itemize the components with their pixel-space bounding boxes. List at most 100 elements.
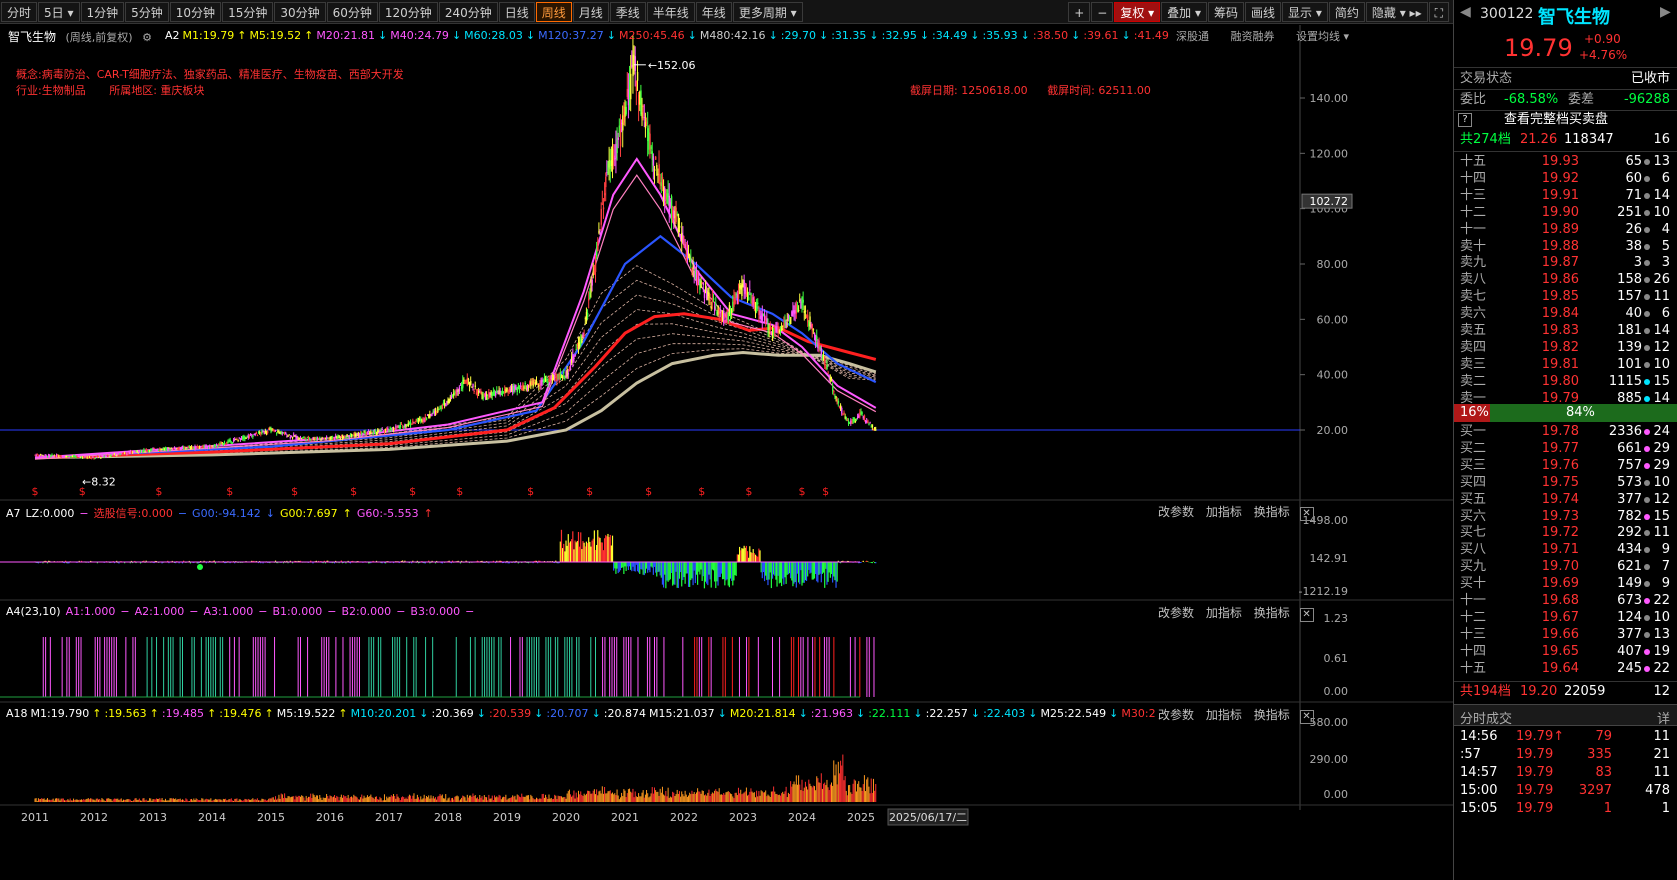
action-hk-connect[interactable]: 深股通 bbox=[1176, 30, 1209, 43]
ticks-detail-button[interactable]: 详 bbox=[1657, 708, 1670, 727]
candle-body bbox=[804, 310, 807, 312]
change-param-button[interactable]: 改参数 bbox=[1158, 708, 1194, 722]
book-row[interactable]: 买一 19.78 2336 24 bbox=[1454, 423, 1677, 441]
candle-body bbox=[381, 429, 383, 431]
book-row[interactable]: 买四 19.75 573 10 bbox=[1454, 474, 1677, 492]
close-pane-icon[interactable]: ✕ bbox=[1299, 608, 1314, 622]
fullscreen-icon[interactable]: ⛶ bbox=[1428, 2, 1449, 22]
industry-line: 行业:生物制品 所属地区: 重庆板块 bbox=[16, 82, 204, 98]
next-stock-icon[interactable]: ▶ bbox=[1660, 4, 1671, 20]
candle-body bbox=[496, 390, 498, 393]
toolbar-button-5[interactable]: 画线 bbox=[1245, 2, 1282, 22]
legend-item: − bbox=[177, 507, 188, 520]
toolbar-button-8[interactable]: 隐藏 ▾ ▸▸ bbox=[1365, 2, 1428, 22]
book-row[interactable]: 十五 19.64 245 22 bbox=[1454, 660, 1677, 678]
close-pane-icon[interactable]: ✕ bbox=[1299, 710, 1314, 724]
candle-body bbox=[319, 437, 321, 439]
toolbar-button-2[interactable]: 复权 ▾ bbox=[1114, 2, 1161, 22]
book-price: 19.85 bbox=[1541, 289, 1579, 305]
book-row[interactable]: 卖九 19.87 3 3 bbox=[1454, 254, 1677, 272]
book-row[interactable]: 十二 19.90 251 10 bbox=[1454, 204, 1677, 222]
toolbar-button-3[interactable]: 叠加 ▾ bbox=[1161, 2, 1207, 22]
change-param-button[interactable]: 改参数 bbox=[1158, 606, 1194, 620]
add-indicator-button[interactable]: 加指标 bbox=[1206, 708, 1242, 722]
book-volume: 1115 bbox=[1608, 373, 1642, 389]
book-row[interactable]: 十二 19.67 124 10 bbox=[1454, 609, 1677, 627]
book-row[interactable]: 买七 19.72 292 11 bbox=[1454, 524, 1677, 542]
candle-body bbox=[687, 253, 690, 256]
period-tab-10[interactable]: 日线 bbox=[498, 1, 535, 22]
period-tab-5[interactable]: 15分钟 bbox=[222, 1, 274, 22]
book-row[interactable]: 卖八 19.86 158 26 bbox=[1454, 271, 1677, 289]
legend-item: ↓ bbox=[869, 29, 879, 42]
book-row[interactable]: 买二 19.77 661 29 bbox=[1454, 440, 1677, 458]
prev-stock-icon[interactable]: ◀ bbox=[1460, 4, 1471, 20]
full-book-row[interactable]: ? 查看完整档买卖盘 bbox=[1454, 111, 1677, 129]
period-tab-7[interactable]: 60分钟 bbox=[326, 1, 378, 22]
swap-indicator-button[interactable]: 换指标 bbox=[1254, 505, 1290, 519]
bid-ask-ratio-bar: 16% 84% bbox=[1454, 404, 1677, 422]
book-count: 10 bbox=[1653, 474, 1670, 490]
book-row[interactable]: 买九 19.70 621 7 bbox=[1454, 558, 1677, 576]
full-book-button[interactable]: 查看完整档买卖盘 bbox=[1504, 111, 1608, 129]
book-row[interactable]: 十四 19.65 407 19 bbox=[1454, 643, 1677, 661]
toolbar-button-0[interactable]: + bbox=[1068, 2, 1091, 22]
book-price: 19.75 bbox=[1541, 474, 1579, 490]
toolbar-button-4[interactable]: 筹码 bbox=[1208, 2, 1245, 22]
book-row[interactable]: 十一 19.68 673 22 bbox=[1454, 592, 1677, 610]
close-pane-icon[interactable]: ✕ bbox=[1299, 507, 1314, 521]
book-row[interactable]: 卖七 19.85 157 11 bbox=[1454, 288, 1677, 306]
book-row[interactable]: 十三 19.91 71 14 bbox=[1454, 187, 1677, 205]
book-row[interactable]: 十三 19.66 377 13 bbox=[1454, 626, 1677, 644]
add-indicator-button[interactable]: 加指标 bbox=[1206, 505, 1242, 519]
add-indicator-button[interactable]: 加指标 bbox=[1206, 606, 1242, 620]
action-set-ma[interactable]: 设置均线 bbox=[1296, 30, 1340, 43]
period-tab-4[interactable]: 10分钟 bbox=[169, 1, 222, 22]
book-row[interactable]: 卖六 19.84 40 6 bbox=[1454, 305, 1677, 323]
book-row[interactable]: 十一 19.89 26 4 bbox=[1454, 221, 1677, 239]
period-tab-12[interactable]: 月线 bbox=[572, 1, 609, 22]
period-tab-1[interactable]: 5日 ▾ bbox=[38, 1, 80, 22]
action-margin[interactable]: 融资融券 bbox=[1231, 30, 1275, 43]
settings-gear-icon[interactable]: ⚙ bbox=[142, 31, 152, 44]
book-row[interactable]: 买六 19.73 782 15 bbox=[1454, 508, 1677, 526]
book-row[interactable]: 卖三 19.81 101 10 bbox=[1454, 356, 1677, 374]
book-count: 15 bbox=[1653, 508, 1670, 524]
period-tab-3[interactable]: 5分钟 bbox=[125, 1, 169, 22]
book-volume: 782 bbox=[1617, 508, 1642, 524]
book-row[interactable]: 十五 19.93 65 13 bbox=[1454, 153, 1677, 171]
book-row[interactable]: 十四 19.92 60 6 bbox=[1454, 170, 1677, 188]
toolbar-button-6[interactable]: 显示 ▾ bbox=[1282, 2, 1328, 22]
kline-chart-area[interactable]: 140.00120.00100.0080.0060.0040.0020.0010… bbox=[0, 25, 1453, 880]
candle-body bbox=[702, 283, 705, 286]
book-row[interactable]: 买五 19.74 377 12 bbox=[1454, 491, 1677, 509]
period-tab-2[interactable]: 1分钟 bbox=[80, 1, 125, 22]
period-tab-6[interactable]: 30分钟 bbox=[274, 1, 326, 22]
book-row[interactable]: 卖四 19.82 139 12 bbox=[1454, 339, 1677, 357]
book-level: 卖三 bbox=[1460, 356, 1487, 372]
period-tab-14[interactable]: 半年线 bbox=[646, 1, 695, 22]
period-tab-13[interactable]: 季线 bbox=[609, 1, 646, 22]
swap-indicator-button[interactable]: 换指标 bbox=[1254, 606, 1290, 620]
period-tab-8[interactable]: 120分钟 bbox=[378, 1, 438, 22]
period-tab-9[interactable]: 240分钟 bbox=[438, 1, 498, 22]
change-param-button[interactable]: 改参数 bbox=[1158, 505, 1194, 519]
period-tab-16[interactable]: 更多周期 ▾ bbox=[732, 1, 803, 22]
book-row[interactable]: 买十 19.69 149 9 bbox=[1454, 575, 1677, 593]
book-row[interactable]: 卖二 19.80 1115 15 bbox=[1454, 373, 1677, 391]
toolbar-button-1[interactable]: − bbox=[1091, 2, 1114, 22]
legend-item: :22.257 bbox=[925, 707, 968, 720]
book-level: 买七 bbox=[1460, 525, 1487, 541]
book-volume: 158 bbox=[1617, 272, 1642, 288]
swap-indicator-button[interactable]: 换指标 bbox=[1254, 708, 1290, 722]
book-row[interactable]: 卖十 19.88 38 5 bbox=[1454, 238, 1677, 256]
book-row[interactable]: 买三 19.76 757 29 bbox=[1454, 457, 1677, 475]
period-tab-0[interactable]: 分时 bbox=[1, 1, 38, 22]
period-tab-15[interactable]: 年线 bbox=[695, 1, 732, 22]
book-row[interactable]: 买八 19.71 434 9 bbox=[1454, 541, 1677, 559]
help-icon[interactable]: ? bbox=[1458, 113, 1472, 127]
period-tab-11[interactable]: 周线 bbox=[535, 1, 572, 22]
candle-body bbox=[827, 372, 829, 374]
toolbar-button-7[interactable]: 简约 bbox=[1328, 2, 1365, 22]
book-row[interactable]: 卖五 19.83 181 14 bbox=[1454, 322, 1677, 340]
